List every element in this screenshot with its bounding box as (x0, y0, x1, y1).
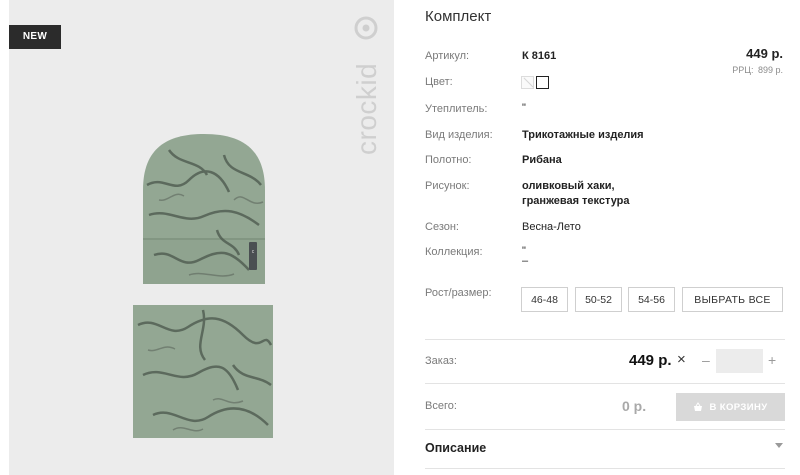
size-label: Рост/размер: (425, 287, 492, 299)
recommended-price: РРЦ: 899 р. (730, 65, 783, 75)
product-type-label: Вид изделия: (425, 129, 493, 141)
total-label: Всего: (425, 400, 457, 412)
product-type-value: Трикотажные изделия (522, 129, 644, 141)
add-to-cart-label: В КОРЗИНУ (709, 401, 768, 413)
divider (425, 429, 785, 430)
size-option-50-52[interactable]: 50-52 (575, 287, 622, 312)
new-badge: NEW (9, 25, 61, 49)
fabric-label: Полотно: (425, 154, 472, 166)
brand-logo-icon (354, 16, 378, 40)
article-value: К 8161 (522, 50, 557, 62)
total-value: 0 р. (622, 398, 647, 414)
order-label: Заказ: (425, 355, 457, 367)
rrp-label: РРЦ: (732, 65, 754, 75)
pattern-value-line1: оливковый хаки, (522, 180, 615, 192)
product-title: Комплект (425, 8, 492, 25)
brand-name: crockid (351, 62, 382, 155)
quantity-input[interactable] (716, 349, 763, 373)
insulation-label: Утеплитель: (425, 103, 488, 115)
divider (425, 383, 785, 384)
multiply-icon: × (677, 351, 686, 368)
color-swatch-plain[interactable] (536, 76, 549, 89)
divider (425, 468, 785, 469)
collection-value-line2: – (522, 255, 529, 267)
brand-watermark: crockid (347, 15, 387, 160)
decrease-quantity-button[interactable]: – (702, 352, 710, 368)
article-label: Артикул: (425, 50, 470, 62)
size-option-46-48[interactable]: 46-48 (521, 287, 568, 312)
divider (425, 339, 785, 340)
select-all-sizes-button[interactable]: ВЫБРАТЬ ВСЕ (682, 287, 783, 312)
fabric-value: Рибана (522, 154, 562, 166)
insulation-value: " (522, 102, 526, 114)
increase-quantity-button[interactable]: + (768, 352, 776, 368)
color-swatch-pattern[interactable] (521, 76, 534, 89)
color-label: Цвет: (425, 76, 453, 88)
add-to-cart-button[interactable]: В КОРЗИНУ (676, 393, 785, 421)
product-price: 449 р. (746, 46, 783, 61)
product-image-gallery[interactable]: NEW crockid c (9, 0, 394, 475)
collection-label: Коллекция: (425, 246, 483, 258)
description-toggle[interactable]: Описание (425, 441, 486, 455)
rrp-value: 899 р. (757, 65, 783, 75)
basket-icon (694, 402, 703, 411)
chevron-down-icon[interactable] (775, 443, 783, 448)
order-price: 449 р. (629, 352, 672, 369)
snood-image (133, 305, 273, 438)
hat-image: c (143, 134, 265, 284)
size-option-54-56[interactable]: 54-56 (628, 287, 675, 312)
season-label: Сезон: (425, 221, 459, 233)
season-value: Весна-Лето (522, 221, 581, 233)
pattern-label: Рисунок: (425, 180, 470, 192)
pattern-value-line2: гранжевая текстура (522, 195, 630, 207)
